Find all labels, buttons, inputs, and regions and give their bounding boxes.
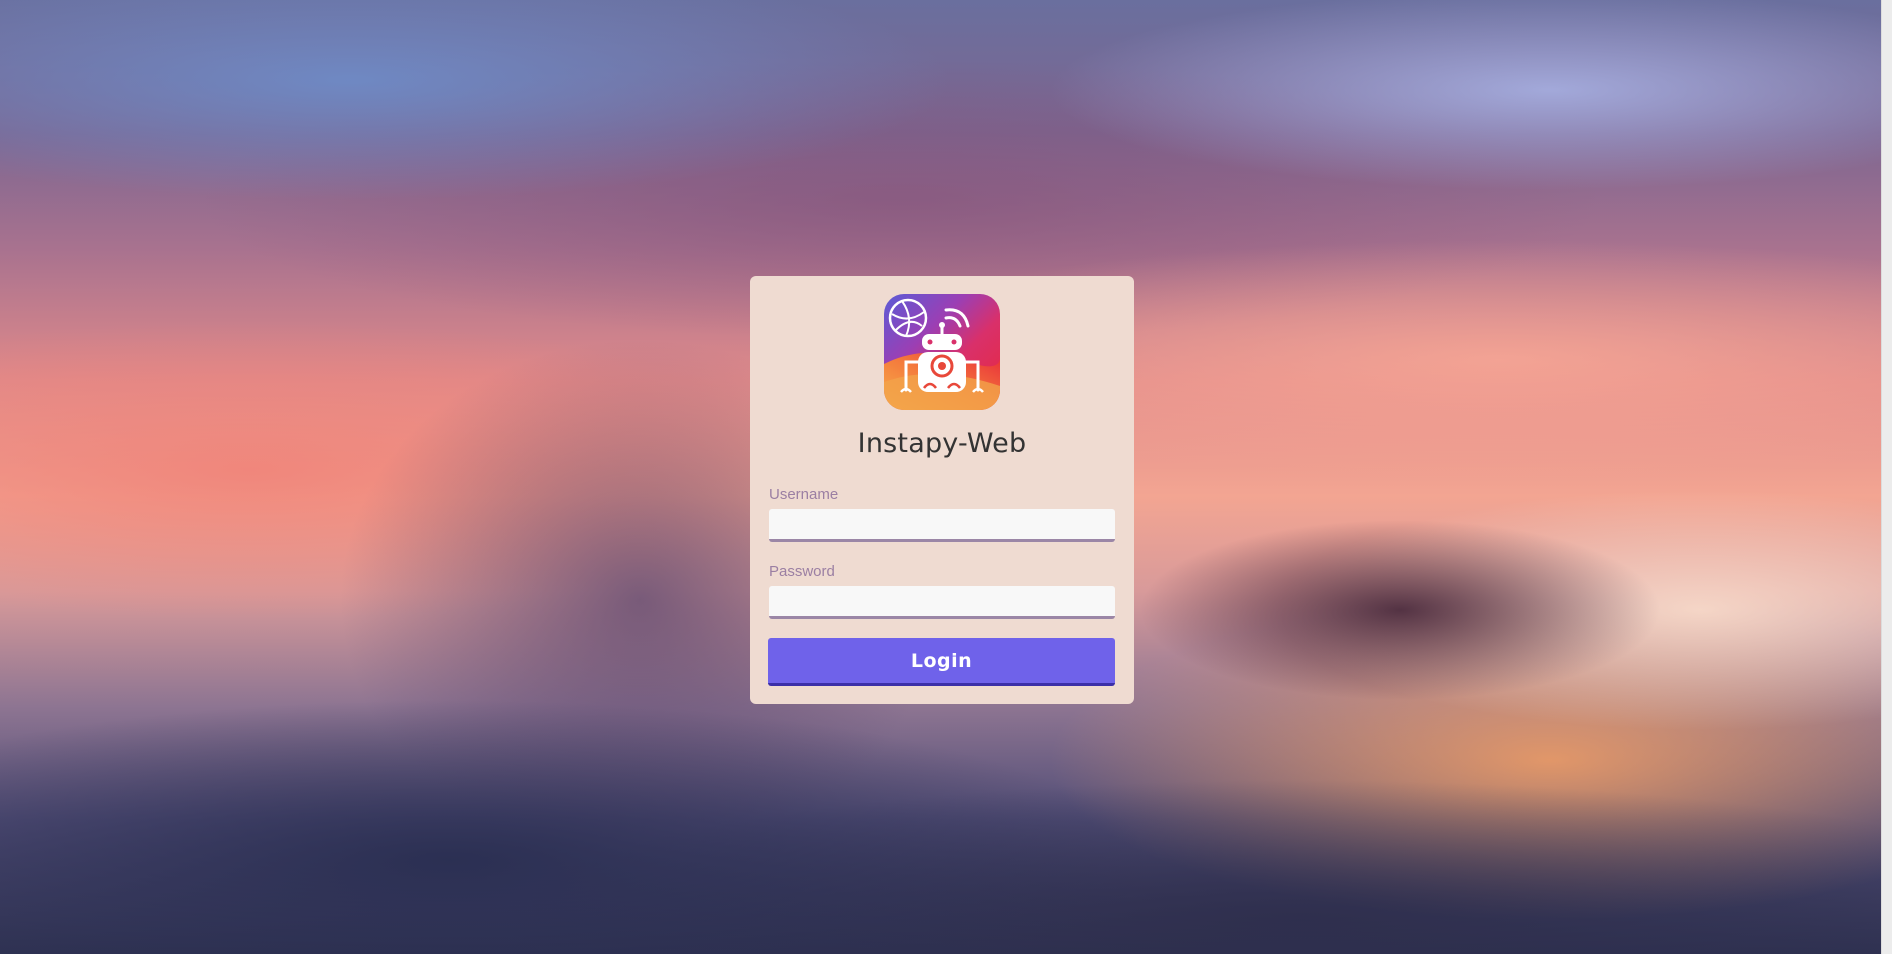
login-page: Instapy-Web Username Password Login — [0, 0, 1892, 954]
robot-logo-icon — [884, 294, 1000, 410]
password-input[interactable] — [769, 586, 1115, 619]
scrollbar[interactable] — [1881, 0, 1892, 954]
password-label: Password — [769, 563, 835, 580]
app-title: Instapy-Web — [857, 428, 1027, 459]
username-label: Username — [769, 486, 839, 503]
username-input[interactable] — [769, 509, 1115, 542]
login-card: Instapy-Web Username Password Login — [750, 276, 1134, 704]
login-button[interactable]: Login — [768, 638, 1115, 686]
